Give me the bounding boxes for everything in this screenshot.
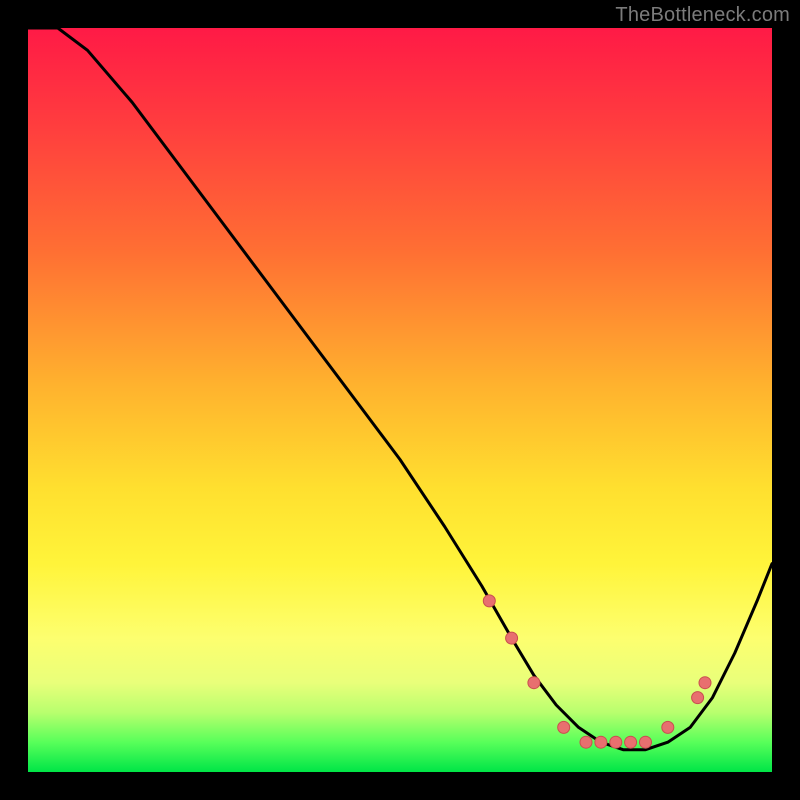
curve-markers — [483, 595, 711, 748]
curve-marker — [610, 736, 622, 748]
bottleneck-curve — [28, 28, 772, 750]
curve-marker — [506, 632, 518, 644]
curve-marker — [580, 736, 592, 748]
curve-marker — [662, 721, 674, 733]
watermark-text: TheBottleneck.com — [615, 4, 790, 27]
curve-marker — [692, 692, 704, 704]
curve-layer — [28, 28, 772, 772]
curve-marker — [483, 595, 495, 607]
curve-marker — [558, 721, 570, 733]
plot-area — [28, 28, 772, 772]
curve-marker — [640, 736, 652, 748]
curve-marker — [625, 736, 637, 748]
curve-marker — [595, 736, 607, 748]
curve-marker — [528, 677, 540, 689]
chart-stage: TheBottleneck.com — [0, 0, 800, 800]
curve-marker — [699, 677, 711, 689]
